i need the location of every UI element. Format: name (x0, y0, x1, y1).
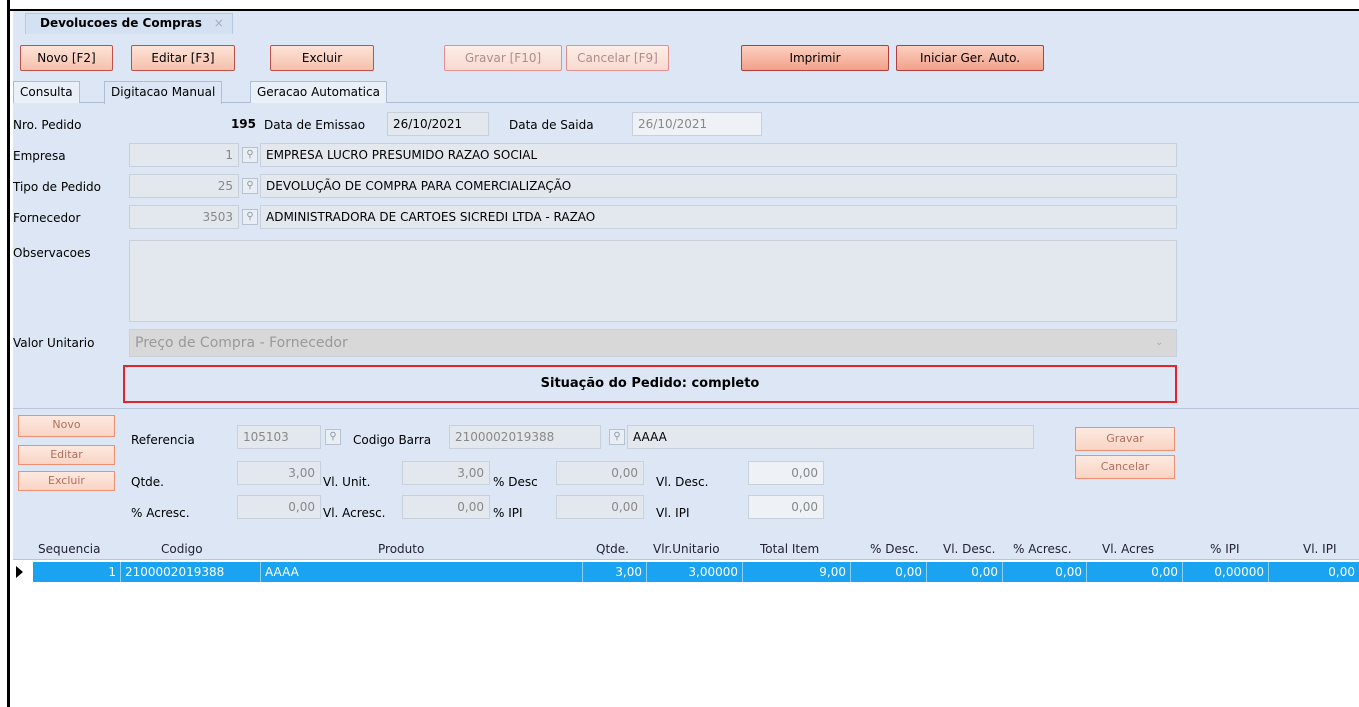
referencia-search-icon[interactable]: ⚲ (325, 429, 341, 445)
col-header-pct-ipi[interactable]: % IPI (1210, 542, 1240, 556)
cell-vl-acres: 0,00 (1087, 562, 1183, 582)
vl-unit-field[interactable]: 3,00 (402, 461, 490, 485)
qtde-label: Qtde. (131, 475, 164, 489)
data-saida-label: Data de Saida (509, 118, 594, 132)
col-header-codigo[interactable]: Codigo (161, 542, 203, 556)
tab-digitacao-manual[interactable]: Digitacao Manual (104, 81, 223, 104)
vl-unit-label: Vl. Unit. (323, 475, 371, 489)
codigo-barra-label: Codigo Barra (353, 433, 432, 447)
codigo-barra-field[interactable]: 2100002019388 (449, 425, 601, 449)
col-header-qtde[interactable]: Qtde. (596, 542, 629, 556)
tab-strip: Consulta Digitacao Manual Geracao Automa… (13, 81, 1359, 104)
item-editar-button[interactable]: Editar (18, 445, 115, 465)
fornecedor-name-field: ADMINISTRADORA DE CARTOES SICREDI LTDA -… (260, 205, 1177, 229)
excluir-button[interactable]: Excluir (270, 45, 374, 71)
empresa-label: Empresa (13, 149, 66, 163)
empresa-code-field[interactable]: 1 (129, 143, 239, 167)
table-row[interactable]: 1 2100002019388 AAAA 3,00 3,00000 9,00 0… (33, 562, 1359, 582)
vl-desc-label: Vl. Desc. (656, 475, 709, 489)
cell-pct-ipi: 0,00000 (1183, 562, 1269, 582)
document-tab[interactable]: Devolucoes de Compras × (25, 13, 233, 34)
chevron-down-icon[interactable]: ⌄ (1155, 337, 1163, 348)
novo-button[interactable]: Novo [F2] (20, 45, 113, 71)
pct-ipi-label: % IPI (493, 506, 523, 520)
pct-acresc-field[interactable]: 0,00 (237, 495, 321, 519)
vl-acresc-label: Vl. Acresc. (323, 506, 386, 520)
cell-vl-desc: 0,00 (927, 562, 1003, 582)
referencia-label: Referencia (131, 433, 195, 447)
tipo-pedido-name-field: DEVOLUÇÃO DE COMPRA PARA COMERCIALIZAÇÃO (260, 174, 1177, 198)
cell-qtde: 3,00 (583, 562, 647, 582)
fornecedor-code-field[interactable]: 3503 (129, 205, 239, 229)
codigo-barra-search-icon[interactable]: ⚲ (609, 429, 625, 445)
vl-desc-field[interactable]: 0,00 (748, 461, 824, 485)
editar-button[interactable]: Editar [F3] (131, 45, 235, 71)
col-header-sequencia[interactable]: Sequencia (38, 542, 101, 556)
grid-header: Sequencia Codigo Produto Qtde. Vlr.Unita… (13, 540, 1359, 560)
pct-desc-field[interactable]: 0,00 (556, 461, 644, 485)
cell-codigo: 2100002019388 (121, 562, 261, 582)
pct-desc-label: % Desc (493, 475, 538, 489)
window-left-edge (0, 0, 10, 707)
fornecedor-label: Fornecedor (13, 211, 81, 225)
cell-produto: AAAA (261, 562, 583, 582)
vl-acresc-field[interactable]: 0,00 (402, 495, 490, 519)
cell-vlr-unitario: 3,00000 (647, 562, 743, 582)
close-icon[interactable]: × (214, 14, 224, 33)
section-divider (13, 408, 1359, 409)
data-emissao-field[interactable]: 26/10/2021 (387, 112, 489, 136)
item-gravar-button[interactable]: Gravar (1075, 427, 1175, 451)
pct-ipi-field[interactable]: 0,00 (556, 495, 644, 519)
col-header-vl-desc[interactable]: Vl. Desc. (943, 542, 995, 556)
col-header-total-item[interactable]: Total Item (760, 542, 819, 556)
col-header-produto[interactable]: Produto (378, 542, 424, 556)
col-header-vl-ipi[interactable]: Vl. IPI (1303, 542, 1337, 556)
tipo-pedido-label: Tipo de Pedido (13, 180, 101, 194)
pct-acresc-label: % Acresc. (131, 506, 190, 520)
cell-sequencia: 1 (33, 562, 121, 582)
data-saida-field[interactable]: 26/10/2021 (632, 112, 762, 136)
tab-geracao-automatica[interactable]: Geracao Automatica (250, 81, 387, 103)
vl-ipi-label: Vl. IPI (656, 506, 690, 520)
fornecedor-search-icon[interactable]: ⚲ (242, 209, 258, 225)
tab-consulta[interactable]: Consulta (13, 81, 80, 103)
nro-pedido-value: 195 (129, 112, 262, 136)
nro-pedido-label: Nro. Pedido (13, 118, 82, 132)
cell-pct-acresc: 0,00 (1003, 562, 1087, 582)
empresa-name-field: EMPRESA LUCRO PRESUMIDO RAZAO SOCIAL (260, 143, 1177, 167)
valor-unitario-label: Valor Unitario (13, 336, 95, 350)
window-top-edge (10, 0, 1359, 11)
col-header-pct-desc[interactable]: % Desc. (870, 542, 919, 556)
item-novo-button[interactable]: Novo (18, 415, 115, 437)
qtde-field[interactable]: 3,00 (237, 461, 321, 485)
document-tab-title: Devolucoes de Compras (40, 16, 202, 30)
row-indicator-icon (16, 566, 23, 578)
app-window: Devolucoes de Compras × Novo [F2] Editar… (13, 11, 1359, 707)
tipo-pedido-search-icon[interactable]: ⚲ (242, 178, 258, 194)
cell-vl-ipi: 0,00 (1328, 565, 1355, 579)
col-header-vlr-unitario[interactable]: Vlr.Unitario (653, 542, 720, 556)
cell-total-item: 9,00 (743, 562, 851, 582)
status-banner: Situação do Pedido: completo (123, 365, 1177, 403)
cell-pct-desc: 0,00 (851, 562, 927, 582)
iniciar-ger-auto-button[interactable]: Iniciar Ger. Auto. (896, 45, 1044, 71)
observacoes-label: Observacoes (13, 246, 91, 260)
col-header-pct-acresc[interactable]: % Acresc. (1013, 542, 1072, 556)
items-grid[interactable]: Sequencia Codigo Produto Qtde. Vlr.Unita… (13, 540, 1359, 707)
produto-name-field: AAAA (627, 425, 1034, 449)
cancelar-button[interactable]: Cancelar [F9] (566, 45, 669, 71)
observacoes-textarea[interactable] (129, 240, 1177, 322)
vl-ipi-field[interactable]: 0,00 (748, 495, 824, 519)
valor-unitario-select[interactable]: Preço de Compra - Fornecedor (129, 329, 1177, 357)
empresa-search-icon[interactable]: ⚲ (242, 147, 258, 163)
col-header-vl-acres[interactable]: Vl. Acres (1102, 542, 1154, 556)
gravar-button[interactable]: Gravar [F10] (444, 45, 562, 71)
item-cancelar-button[interactable]: Cancelar (1075, 455, 1175, 479)
imprimir-button[interactable]: Imprimir (741, 45, 889, 71)
tipo-pedido-code-field[interactable]: 25 (129, 174, 239, 198)
data-emissao-label: Data de Emissao (264, 118, 366, 132)
item-excluir-button[interactable]: Excluir (18, 471, 115, 491)
referencia-field[interactable]: 105103 (237, 425, 321, 449)
